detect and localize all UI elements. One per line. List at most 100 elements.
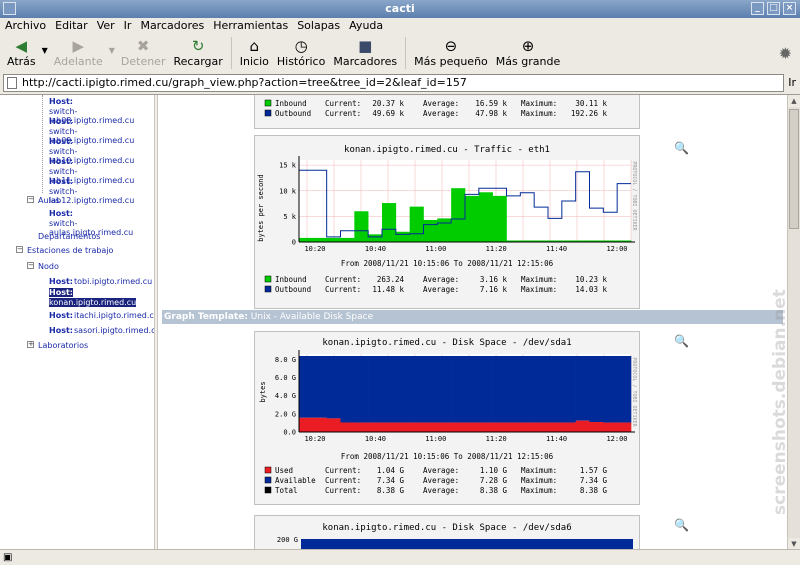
window-title: cacti — [385, 2, 415, 15]
stop-button[interactable]: ✖ Detener — [117, 34, 170, 68]
graph2-side-credit: PROTOCOL / TOBI OETIKER — [631, 161, 637, 231]
reload-button[interactable]: ↻ Recargar — [169, 34, 226, 68]
available-bar — [603, 355, 618, 423]
used-bar — [575, 420, 590, 432]
history-icon: ◷ — [294, 37, 308, 55]
forward-button[interactable]: ▶ Adelante — [50, 34, 107, 68]
x-tick-label: 10:20 — [304, 245, 325, 253]
used-bar — [451, 422, 466, 432]
graph-eth1-traffic[interactable]: konan.ipigto.rimed.cu - Traffic - eth1 b… — [254, 135, 640, 309]
menu-ir[interactable]: Ir — [124, 18, 132, 34]
inbound-bar — [299, 237, 314, 242]
close-icon[interactable]: × — [783, 2, 796, 15]
history-label: Histórico — [276, 55, 326, 68]
graph2-legend: Inbound Current: 263.24 Average: 3.16 k Maxim… — [264, 275, 607, 294]
menu-marcadores[interactable]: Marcadores — [140, 18, 204, 34]
tree-folder-laboratorios[interactable]: Laboratorios — [38, 341, 88, 350]
menu-editar[interactable]: Editar — [55, 18, 88, 34]
zoom-graph-icon[interactable]: 🔍 — [674, 518, 689, 532]
used-bar — [465, 422, 480, 432]
legend-name: Outbound — [275, 109, 311, 118]
collapse-toggle-icon[interactable]: − — [27, 262, 34, 269]
legend-current-label: Current: — [325, 476, 361, 485]
home-button[interactable]: ⌂ Inicio — [236, 34, 273, 68]
legend-maximum-value: 1.57 G — [580, 466, 608, 475]
legend-current-label: Current: — [325, 486, 361, 495]
collapse-toggle-icon[interactable]: − — [16, 246, 23, 253]
tree-folder-aulas[interactable]: Aulas — [38, 196, 60, 205]
zoom-graph-icon[interactable]: 🔍 — [674, 334, 689, 348]
tree-host-label: Host: — [49, 97, 73, 106]
tree-host-item-selected[interactable]: konan.ipigto.rimed.cu — [49, 298, 137, 307]
collapse-toggle-icon[interactable]: − — [27, 196, 34, 203]
graph4-ytick: 200 G — [277, 536, 298, 544]
legend-current-value: 20.37 k — [372, 99, 404, 108]
legend-swatch — [264, 466, 272, 474]
available-bar — [368, 355, 383, 423]
available-bar — [617, 355, 632, 423]
tree-host-item[interactable]: itachi.ipigto.rimed.cu — [74, 311, 154, 320]
scroll-thumb[interactable] — [789, 109, 799, 229]
graph-disk-sda6[interactable]: konan.ipigto.rimed.cu - Disk Space - /de… — [254, 515, 640, 550]
x-tick-label: 11:20 — [486, 245, 507, 253]
used-bar — [326, 418, 341, 432]
graph-eth0-traffic[interactable]: Inbound Current: 20.37 k Average: 16.59 k Max… — [254, 95, 640, 129]
used-bar — [299, 417, 314, 432]
tree-folder-departamentos[interactable]: Departamentos — [38, 232, 100, 241]
maximize-icon[interactable]: □ — [767, 2, 780, 15]
throbber-icon: ✹ — [778, 44, 792, 63]
zoom-out-button[interactable]: ⊖ Más pequeño — [410, 34, 492, 68]
menu-ayuda[interactable]: Ayuda — [349, 18, 383, 34]
used-bar — [354, 422, 369, 432]
menu-herramientas[interactable]: Herramientas — [213, 18, 288, 34]
forward-label: Adelante — [53, 55, 103, 68]
zoom-in-button[interactable]: ⊕ Más grande — [492, 34, 564, 68]
zoom-graph-icon[interactable]: 🔍 — [674, 141, 689, 155]
legend-current-value: 263.24 — [377, 275, 405, 284]
graph-disk-sda1[interactable]: konan.ipigto.rimed.cu - Disk Space - /de… — [254, 331, 640, 505]
back-button[interactable]: ◀ Atrás — [3, 34, 40, 68]
vertical-scrollbar[interactable]: ▲ ▼ — [787, 95, 800, 550]
forward-history-dropdown[interactable]: ▼ — [107, 34, 117, 55]
used-bar — [340, 422, 355, 432]
menu-solapas[interactable]: Solapas — [297, 18, 340, 34]
expand-toggle-icon[interactable]: + — [27, 341, 34, 348]
tree-folder-nodo[interactable]: Nodo — [38, 262, 59, 271]
menu-ver[interactable]: Ver — [97, 18, 115, 34]
inbound-bar — [423, 219, 438, 242]
stop-icon: ✖ — [136, 37, 150, 55]
available-bar — [382, 355, 397, 423]
go-button[interactable]: Ir — [788, 76, 796, 89]
inbound-bar — [478, 192, 493, 242]
legend-average-label: Average: — [423, 466, 459, 475]
legend-current-value: 11.48 k — [372, 285, 404, 294]
bookmarks-button[interactable]: ■ Marcadores — [329, 34, 401, 68]
tree-host-label: Host: — [49, 137, 73, 146]
scroll-up-icon[interactable]: ▲ — [788, 95, 800, 107]
y-tick-label: 6.0 G — [275, 374, 296, 382]
legend-current-value: 8.38 G — [377, 486, 405, 495]
legend-maximum-value: 192.26 k — [571, 109, 608, 118]
x-tick-label: 10:40 — [365, 435, 386, 443]
window-menu-icon[interactable] — [3, 2, 16, 15]
tree-host-label: Host: — [49, 177, 73, 186]
graph-template-label: Graph Template: — [164, 312, 248, 322]
home-icon: ⌂ — [249, 37, 260, 55]
menu-archivo[interactable]: Archivo — [5, 18, 46, 34]
url-input[interactable]: http://cacti.ipigto.rimed.cu/graph_view.… — [3, 74, 784, 92]
back-history-dropdown[interactable]: ▼ — [40, 34, 50, 55]
stop-label: Detener — [120, 55, 166, 68]
tree-host-item[interactable]: tobi.ipigto.rimed.cu — [74, 277, 152, 286]
tree-folder-estaciones[interactable]: Estaciones de trabajo — [27, 246, 113, 255]
tree-host-item[interactable]: switch-lab12.ipigto.rimed.cu — [49, 187, 154, 205]
url-text: http://cacti.ipigto.rimed.cu/graph_view.… — [22, 76, 467, 89]
history-button[interactable]: ◷ Histórico — [273, 34, 329, 68]
reload-icon: ↻ — [191, 37, 205, 55]
legend-name: Outbound — [275, 285, 311, 294]
x-tick-label: 11:40 — [546, 245, 567, 253]
tree-host-item[interactable]: sasori.ipigto.rimed.cu — [74, 326, 154, 335]
x-tick-label: 11:00 — [425, 245, 446, 253]
legend-average-value: 3.16 k — [480, 275, 508, 284]
inbound-bar — [395, 231, 410, 242]
minimize-icon[interactable]: _ — [751, 2, 764, 15]
